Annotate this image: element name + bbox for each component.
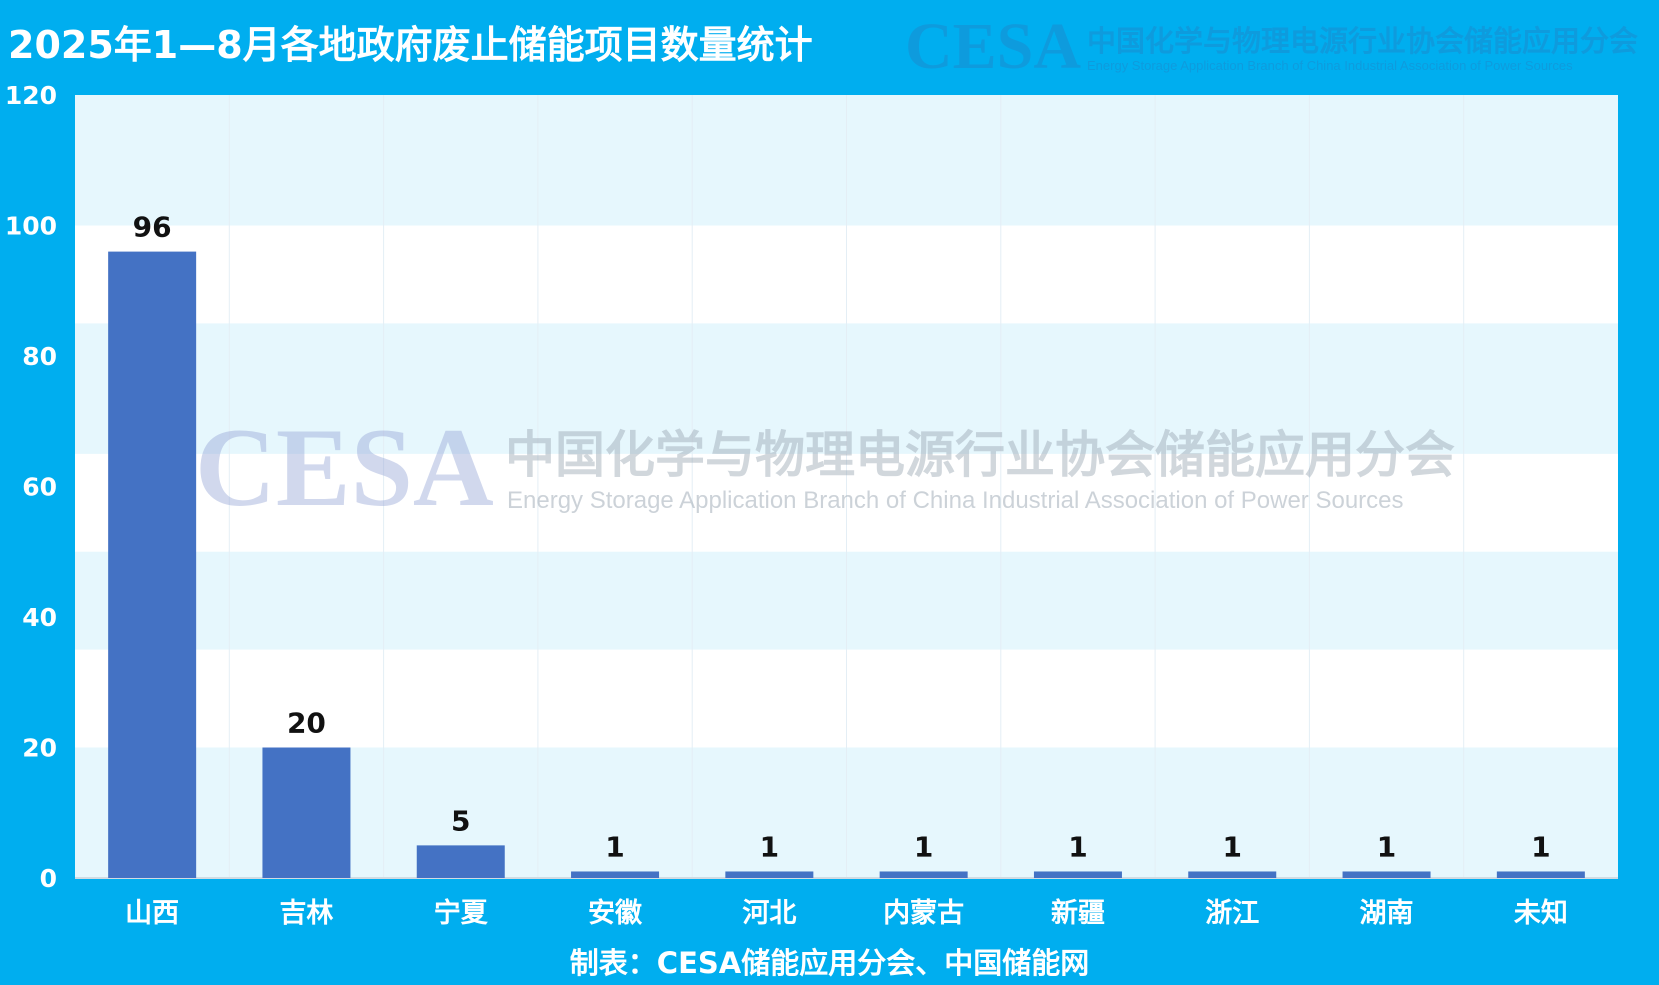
bar-山西 [108, 251, 197, 879]
x-tick-label: 山西 [125, 898, 179, 929]
x-tick-label: 未知 [1514, 898, 1568, 929]
x-tick-label: 内蒙古 [883, 898, 964, 929]
bar-chart: CESA 中国化学与物理电源行业协会储能应用分会 Energy Storage Ap… [5, 81, 1618, 929]
bar-宁夏 [416, 845, 505, 878]
data-label: 1 [914, 830, 933, 863]
bar-未知 [1496, 871, 1585, 878]
bar-浙江 [1188, 871, 1277, 878]
x-tick-label: 宁夏 [434, 897, 489, 929]
watermark-mark: CESA [195, 406, 494, 530]
watermark-cn: 中国化学与物理电源行业协会储能应用分会 [505, 426, 1455, 484]
bar-内蒙古 [879, 871, 968, 878]
bar-安徽 [571, 871, 660, 878]
y-tick-label: 80 [22, 342, 57, 371]
bar-河北 [725, 871, 814, 878]
chart-source-footer: 制表：CESA储能应用分会、中国储能网 [569, 946, 1090, 980]
x-tick-label: 河北 [742, 898, 796, 929]
data-label: 1 [605, 830, 624, 863]
data-label: 1 [760, 830, 779, 863]
data-label: 1 [1223, 830, 1242, 863]
x-tick-label: 吉林 [279, 898, 333, 929]
bar-新疆 [1033, 871, 1122, 878]
data-label: 5 [451, 804, 470, 837]
x-tick-label: 浙江 [1205, 898, 1259, 929]
bar-湖南 [1342, 871, 1431, 878]
data-label: 1 [1068, 830, 1087, 863]
x-tick-label: 湖南 [1360, 898, 1414, 929]
data-label: 1 [1531, 830, 1550, 863]
y-tick-label: 20 [22, 734, 57, 763]
data-label: 1 [1377, 830, 1396, 863]
data-label: 20 [287, 707, 326, 740]
x-tick-label: 新疆 [1051, 897, 1105, 929]
y-tick-label: 40 [22, 603, 57, 632]
x-tick-label: 安徽 [588, 898, 643, 929]
bar-吉林 [262, 747, 351, 878]
data-label: 96 [133, 211, 172, 244]
watermark-en: Energy Storage Application Branch of Chi… [507, 487, 1404, 514]
y-tick-label: 100 [5, 212, 57, 241]
y-tick-label: 120 [5, 81, 57, 110]
y-tick-label: 0 [40, 864, 57, 893]
y-tick-label: 60 [22, 473, 57, 502]
